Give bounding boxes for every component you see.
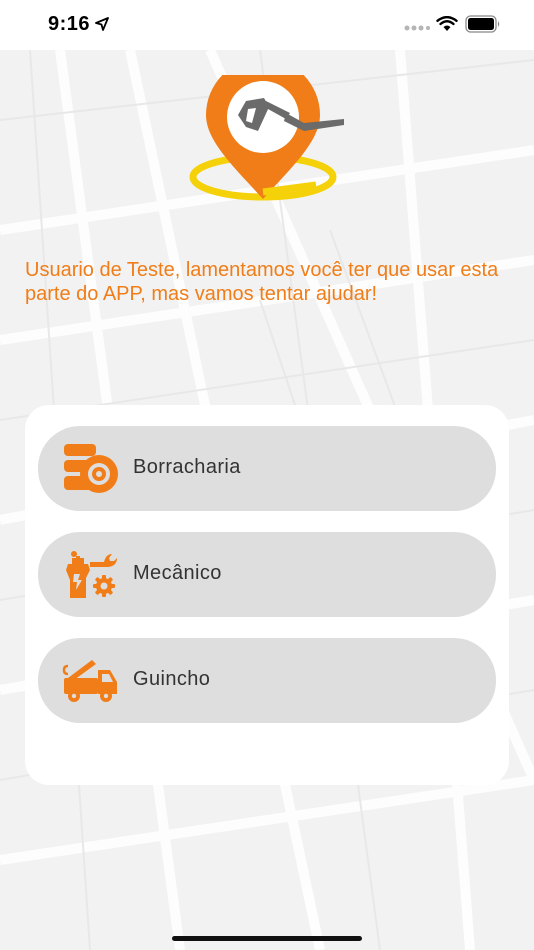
borracharia-button[interactable]: Borracharia [38, 426, 496, 511]
mecanico-label: Mecânico [133, 562, 222, 584]
status-time: 9:16 [48, 13, 91, 35]
wifi-icon [436, 16, 458, 31]
guincho-label: Guincho [133, 668, 211, 690]
options-card: Borracharia Mecânico Guincho [25, 405, 509, 785]
location-arrow-icon [95, 17, 109, 31]
status-bar: 9:16 [0, 0, 534, 50]
tire-shop-icon [64, 444, 118, 493]
home-indicator [172, 936, 362, 941]
battery-icon [465, 15, 500, 33]
guincho-button[interactable]: Guincho [38, 638, 496, 723]
mechanic-icon [66, 551, 117, 598]
signal-dots-icon [404, 25, 430, 31]
fuel-pin-logo [189, 75, 344, 201]
apology-message: Usuario de Teste, lamentamos você ter qu… [25, 259, 499, 305]
mecanico-button[interactable]: Mecânico [38, 532, 496, 617]
borracharia-label: Borracharia [133, 456, 241, 478]
tow-truck-icon [62, 660, 117, 702]
